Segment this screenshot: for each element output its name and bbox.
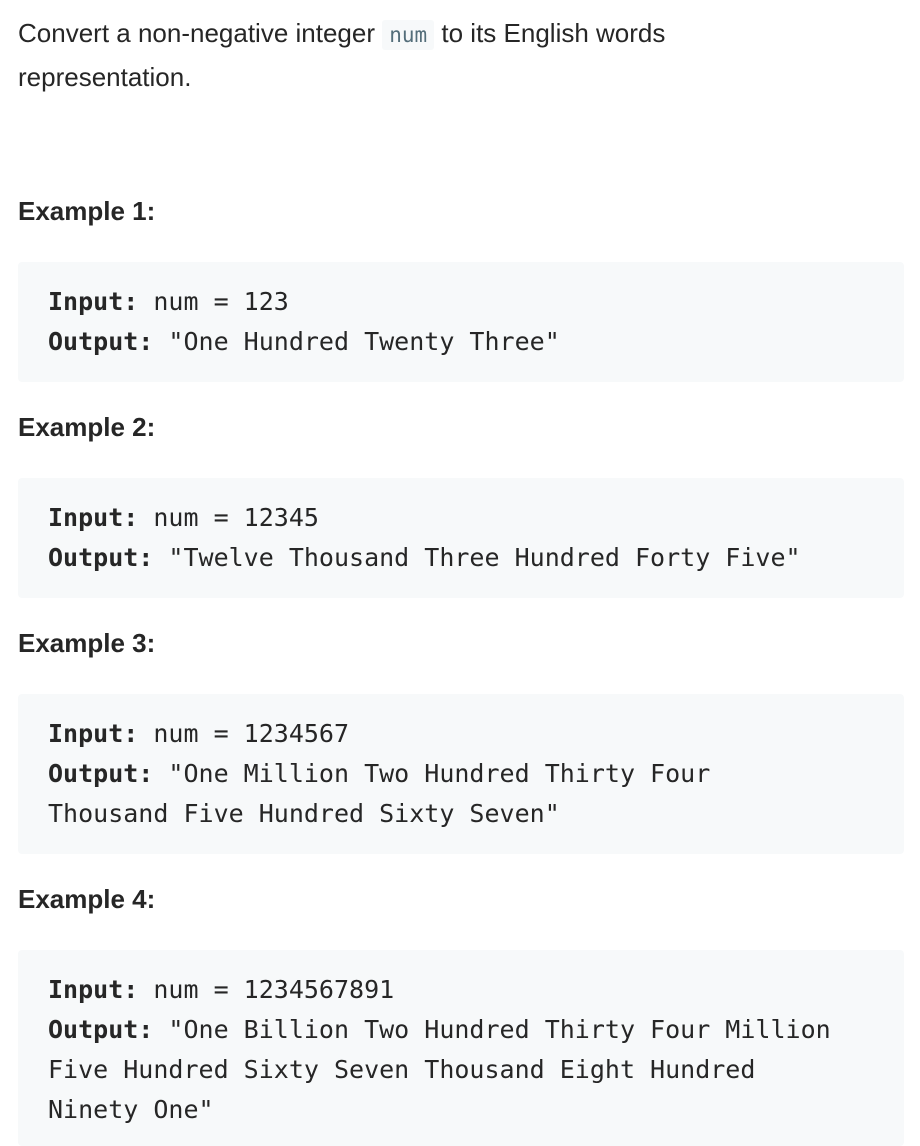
example-1-codebox: Input: num = 123 Output: "One Hundred Tw… xyxy=(18,262,904,382)
example-4-output-value: "One Billion Two Hundred Thirty Four Mil… xyxy=(48,1015,831,1124)
problem-statement: Convert a non-negative integer num to it… xyxy=(18,12,778,98)
example-4-input-label: Input: xyxy=(48,975,139,1004)
example-1-input-label: Input: xyxy=(48,287,139,316)
example-2-input-value: num = 12345 xyxy=(138,503,319,532)
example-2-title: Example 2: xyxy=(18,412,156,442)
example-1-title: Example 1: xyxy=(18,196,156,226)
example-1-output-label: Output: xyxy=(48,327,154,356)
example-2-input-label: Input: xyxy=(48,503,139,532)
example-4-output-label: Output: xyxy=(48,1015,154,1044)
example-2-codebox: Input: num = 12345 Output: "Twelve Thous… xyxy=(18,478,904,598)
inline-code-num: num xyxy=(382,20,435,50)
example-1-output-value: "One Hundred Twenty Three" xyxy=(153,327,560,356)
example-1-input-value: num = 123 xyxy=(138,287,289,316)
example-4-input-value: num = 1234567891 xyxy=(138,975,395,1004)
example-2-output-label: Output: xyxy=(48,543,154,572)
example-3-codebox: Input: num = 1234567 Output: "One Millio… xyxy=(18,694,904,854)
example-4-title: Example 4: xyxy=(18,884,156,914)
example-3-input-value: num = 1234567 xyxy=(138,719,350,748)
example-2-output-value: "Twelve Thousand Three Hundred Forty Fiv… xyxy=(153,543,801,572)
example-3-title: Example 3: xyxy=(18,628,156,658)
example-3-output-label: Output: xyxy=(48,759,154,788)
example-3-input-label: Input: xyxy=(48,719,139,748)
example-4-codebox: Input: num = 1234567891 Output: "One Bil… xyxy=(18,950,904,1146)
statement-text-before: Convert a non-negative integer xyxy=(18,18,383,48)
problem-description: Convert a non-negative integer num to it… xyxy=(18,0,904,1146)
